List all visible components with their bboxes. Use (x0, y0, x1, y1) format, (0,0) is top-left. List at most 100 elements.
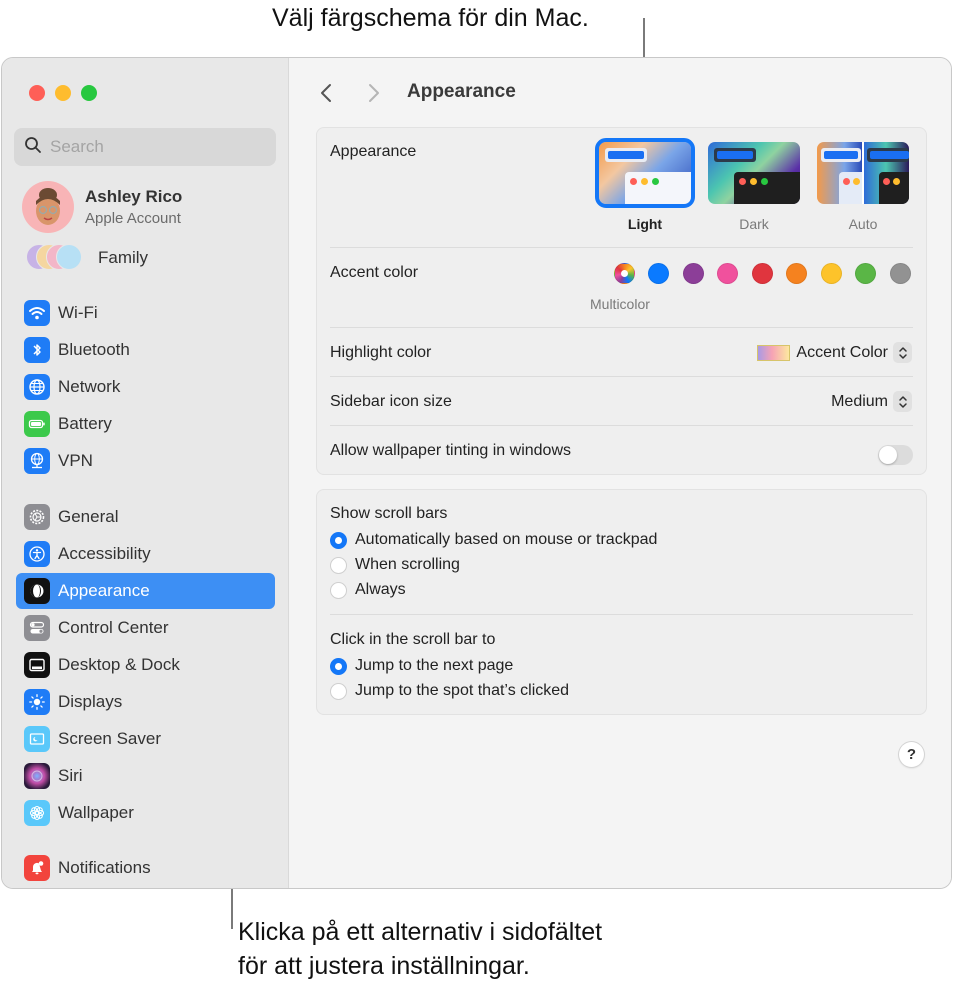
accent-swatch-red[interactable] (752, 263, 773, 284)
accent-swatch-green[interactable] (855, 263, 876, 284)
sidebar-icon-size-popup[interactable]: Medium (831, 391, 912, 412)
scroll-bars-settings-group: Show scroll bars Automatically based on … (316, 489, 927, 715)
selected-indicator (621, 270, 628, 277)
highlight-color-popup[interactable]: Accent Color (757, 342, 912, 363)
sidebar-item-screen-saver[interactable]: Screen Saver (16, 721, 275, 757)
search-field[interactable] (14, 128, 276, 166)
sidebar-item-siri[interactable]: Siri (16, 758, 275, 794)
sidebar-item-label: Network (58, 377, 121, 396)
wallpaper-tinting-toggle[interactable] (878, 445, 913, 465)
radio-button[interactable] (330, 581, 347, 599)
updown-chevron-icon (893, 391, 912, 412)
radio-label: Jump to the spot that’s clicked (355, 682, 570, 699)
click-scroll-bar-label: Click in the scroll bar to (330, 631, 496, 648)
accent-swatch-purple[interactable] (683, 263, 704, 284)
sidebar-item-notifications[interactable]: Notifications (16, 850, 275, 886)
radio-button[interactable] (330, 531, 347, 549)
sidebar-item-wallpaper[interactable]: Wallpaper (16, 795, 275, 831)
highlight-color-label: Highlight color (330, 344, 432, 361)
apple-account[interactable]: Ashley Rico Apple Account (22, 181, 182, 233)
sidebar-item-label: Screen Saver (58, 729, 161, 748)
siri-icon (24, 763, 50, 789)
zoom-button[interactable] (81, 85, 97, 101)
forward-button[interactable] (363, 80, 385, 106)
highlight-color-swatch (757, 344, 791, 361)
divider (330, 425, 913, 426)
family-item[interactable]: Family (26, 244, 148, 272)
radio-button[interactable] (330, 682, 347, 700)
callout-click-sidebar: Klicka på ett alternativ i sidofältet fö… (238, 915, 602, 983)
accent-swatch-pink[interactable] (717, 263, 738, 284)
radio-label: Always (355, 581, 406, 598)
dark-theme-thumbnail (708, 142, 800, 204)
accent-swatch-multicolor[interactable] (614, 263, 635, 284)
sidebar: Ashley Rico Apple Account Family Wi-Fi (2, 58, 289, 888)
theme-option-auto[interactable]: Auto (814, 142, 912, 232)
help-button[interactable]: ? (899, 742, 924, 767)
accent-swatch-yellow[interactable] (821, 263, 842, 284)
radio-scroll-always[interactable]: Always (330, 581, 406, 599)
accent-caption: Multicolor (590, 296, 650, 312)
back-button[interactable] (315, 80, 337, 106)
sidebar-item-label: Displays (58, 692, 123, 711)
sidebar-icon-size-value: Medium (831, 392, 888, 410)
radio-jump-next-page[interactable]: Jump to the next page (330, 657, 513, 675)
account-subtitle: Apple Account (85, 210, 181, 227)
sidebar-item-displays[interactable]: Displays (16, 684, 275, 720)
sun-icon (24, 689, 50, 715)
family-avatars (26, 244, 86, 272)
light-theme-thumbnail (595, 138, 695, 208)
sidebar-item-appearance[interactable]: Appearance (16, 573, 275, 609)
appearance-settings-group: Appearance Light Dark Auto Accent color … (316, 127, 927, 475)
accessibility-icon (24, 541, 50, 567)
accent-swatch-blue[interactable] (648, 263, 669, 284)
sidebar-item-label: Siri (58, 766, 83, 785)
minimize-button[interactable] (55, 85, 71, 101)
page-title: Appearance (407, 81, 516, 102)
flower-icon (24, 800, 50, 826)
sidebar-item-label: General (58, 507, 119, 526)
search-input[interactable] (50, 137, 250, 157)
bell-icon (24, 855, 50, 881)
radio-button[interactable] (330, 556, 347, 574)
sidebar-item-label: Accessibility (58, 544, 151, 563)
sidebar-item-network[interactable]: Network (16, 369, 275, 405)
screen-saver-icon (24, 726, 50, 752)
wifi-icon (24, 300, 50, 326)
callout-line-2: för att justera inställningar. (238, 952, 530, 980)
sidebar-item-battery[interactable]: Battery (16, 406, 275, 442)
divider (330, 247, 913, 248)
sidebar-item-control-center[interactable]: Control Center (16, 610, 275, 646)
theme-option-dark[interactable]: Dark (705, 142, 803, 232)
radio-scroll-when-scrolling[interactable]: When scrolling (330, 556, 460, 574)
sidebar-item-bluetooth[interactable]: Bluetooth (16, 332, 275, 368)
sidebar-item-desktop-dock[interactable]: Desktop & Dock (16, 647, 275, 683)
close-button[interactable] (29, 85, 45, 101)
family-label: Family (98, 248, 149, 267)
theme-label: Light (627, 216, 663, 232)
bluetooth-icon (24, 337, 50, 363)
sidebar-item-label: Wallpaper (58, 803, 134, 822)
avatar (22, 181, 74, 233)
radio-jump-to-spot[interactable]: Jump to the spot that’s clicked (330, 682, 569, 700)
sidebar-item-label: Control Center (58, 618, 169, 637)
sidebar-item-accessibility[interactable]: Accessibility (16, 536, 275, 572)
sidebar-item-label: Notifications (58, 858, 151, 877)
radio-button[interactable] (330, 657, 347, 675)
sidebar-item-label: Appearance (58, 581, 150, 600)
accent-swatch-orange[interactable] (786, 263, 807, 284)
callout-line-1: Klicka på ett alternativ i sidofältet (238, 918, 603, 946)
sidebar-item-wifi[interactable]: Wi-Fi (16, 295, 275, 331)
radio-scroll-automatic[interactable]: Automatically based on mouse or trackpad (330, 531, 657, 549)
sidebar-item-general[interactable]: General (16, 499, 275, 535)
sidebar-item-vpn[interactable]: VPN (16, 443, 275, 479)
gear-icon (24, 504, 50, 530)
accent-swatch-graphite[interactable] (890, 263, 911, 284)
search-icon (24, 136, 42, 159)
theme-option-light[interactable]: Light (595, 138, 695, 232)
auto-theme-thumbnail (817, 142, 909, 204)
radio-label: When scrolling (355, 556, 460, 573)
sidebar-item-label: Battery (58, 414, 112, 433)
sidebar-item-label: VPN (58, 451, 93, 470)
toggle-knob (879, 446, 897, 464)
